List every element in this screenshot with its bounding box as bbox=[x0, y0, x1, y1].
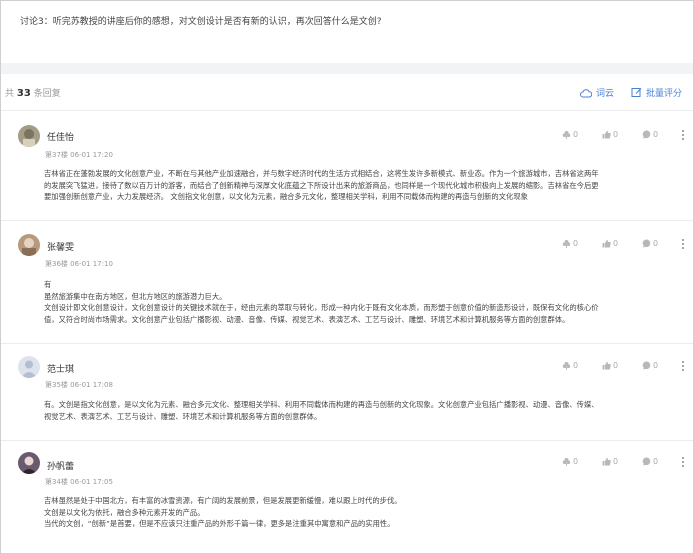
reply-time: 06-01 17:05 bbox=[70, 478, 113, 486]
like-count: 0 bbox=[573, 239, 579, 248]
avatar[interactable] bbox=[18, 125, 40, 147]
avatar[interactable] bbox=[18, 356, 40, 378]
reply-content: 有 虽然旅游集中在南方地区，但北方地区的旅游潜力巨大。 文创设计即文化创意设计，… bbox=[44, 279, 686, 325]
like-count: 0 bbox=[573, 457, 579, 466]
reply-author[interactable]: 孙帆蕾 bbox=[47, 459, 74, 472]
reply-author[interactable]: 张馨雯 bbox=[47, 240, 74, 253]
thumbs-up-button[interactable]: 0 bbox=[602, 239, 642, 248]
reply-content: 吉林省正在蓬勃发展的文化创意产业，不断在与其他产业加速融合，并与数字经济时代的生… bbox=[44, 168, 686, 203]
reply-line: 文创是以文化为依托，融合多种元素开发的产品。 bbox=[44, 507, 205, 517]
more-options-icon[interactable] bbox=[682, 457, 685, 469]
avatar[interactable] bbox=[18, 452, 40, 474]
comment-icon bbox=[642, 239, 651, 248]
like-count: 0 bbox=[573, 361, 579, 370]
word-cloud-label: 词云 bbox=[596, 89, 615, 99]
reply-meta: 第35楼 06-01 17:08 bbox=[45, 380, 113, 390]
comment-count: 0 bbox=[653, 361, 659, 370]
reply-line: 值，又符合时尚市场需求。文化创意产业包括广播影视、动漫、音像、传媒、视觉艺术、表… bbox=[44, 314, 570, 324]
comment-icon bbox=[642, 457, 651, 466]
reply-count-prefix: 共 bbox=[5, 89, 15, 99]
thumbs-up-icon bbox=[602, 130, 611, 139]
more-options-icon[interactable] bbox=[682, 239, 685, 251]
discussion-topic: 讨论3：听完苏教授的讲座后你的感想，对文创设计是否有新的认识，再次回答什么是文创… bbox=[20, 17, 382, 27]
thumbs-up-button[interactable]: 0 bbox=[602, 361, 642, 370]
thumbs-up-count: 0 bbox=[613, 239, 619, 248]
reply-line: 虽然旅游集中在南方地区，但北方地区的旅游潜力巨大。 bbox=[44, 291, 227, 301]
more-options-icon[interactable] bbox=[682, 130, 685, 142]
thumbs-up-icon bbox=[602, 239, 611, 248]
section-divider bbox=[1, 63, 693, 74]
flower-icon bbox=[562, 458, 571, 466]
reply-actions: 0 0 0 bbox=[562, 457, 682, 466]
comment-button[interactable]: 0 bbox=[642, 239, 682, 248]
like-button[interactable]: 0 bbox=[562, 361, 602, 370]
reply-actions: 0 0 0 bbox=[562, 361, 682, 370]
reply-line: 文创设计即文化创意设计，文化创意设计的关键技术就在于，经由元素的萃取与转化，形成… bbox=[44, 303, 599, 313]
like-count: 0 bbox=[573, 130, 579, 139]
divider bbox=[1, 343, 693, 344]
thumbs-up-count: 0 bbox=[613, 130, 619, 139]
thumbs-up-count: 0 bbox=[613, 361, 619, 370]
thumbs-up-icon bbox=[602, 361, 611, 370]
reply-floor: 第35楼 bbox=[45, 381, 68, 389]
reply-floor: 第34楼 bbox=[45, 478, 68, 486]
reply-content: 吉林虽然是处于中国北方，有丰富的冰雪资源，有广阔的发展前景，但是发展更新缓慢，难… bbox=[44, 495, 686, 530]
thumbs-up-icon bbox=[602, 457, 611, 466]
reply-content: 有。文创是指文化创意，是以文化为元素、融合多元文化、整理相关学科、利用不同载体而… bbox=[44, 399, 686, 422]
reply-count-number: 33 bbox=[16, 88, 31, 99]
word-cloud-button[interactable]: 词云 bbox=[580, 86, 614, 99]
reply-meta: 第37楼 06-01 17:20 bbox=[45, 150, 113, 160]
reply-floor: 第37楼 bbox=[45, 151, 68, 159]
reply-line: 有 bbox=[44, 280, 52, 289]
thumbs-up-button[interactable]: 0 bbox=[602, 130, 642, 139]
cloud-icon bbox=[580, 88, 592, 97]
reply-time: 06-01 17:08 bbox=[70, 381, 113, 389]
flower-icon bbox=[562, 131, 571, 139]
flower-icon bbox=[562, 362, 571, 370]
reply-author[interactable]: 任佳怡 bbox=[47, 130, 74, 143]
divider bbox=[1, 440, 693, 441]
reply-actions: 0 0 0 bbox=[562, 239, 682, 248]
reply-count: 共 33 条回复 bbox=[5, 86, 61, 99]
reply-floor: 第36楼 bbox=[45, 260, 68, 268]
divider bbox=[1, 110, 693, 111]
like-button[interactable]: 0 bbox=[562, 239, 602, 248]
avatar[interactable] bbox=[18, 234, 40, 256]
reply-time: 06-01 17:10 bbox=[70, 260, 113, 268]
comment-icon bbox=[642, 361, 651, 370]
like-button[interactable]: 0 bbox=[562, 457, 602, 466]
reply-line: 吉林省正在蓬勃发展的文化创意产业，不断在与其他产业加速融合，并与数字经济时代的生… bbox=[44, 169, 599, 178]
reply-meta: 第36楼 06-01 17:10 bbox=[45, 259, 113, 269]
divider bbox=[1, 220, 693, 221]
like-button[interactable]: 0 bbox=[562, 130, 602, 139]
discussion-panel bbox=[0, 0, 694, 554]
reply-time: 06-01 17:20 bbox=[70, 151, 113, 159]
reply-author[interactable]: 范士琪 bbox=[47, 362, 74, 375]
comment-count: 0 bbox=[653, 239, 659, 248]
reply-line: 吉林虽然是处于中国北方，有丰富的冰雪资源，有广阔的发展前景，但是发展更新缓慢，难… bbox=[44, 496, 402, 505]
comment-button[interactable]: 0 bbox=[642, 457, 682, 466]
flower-icon bbox=[562, 240, 571, 248]
reply-line: 有。文创是指文化创意，是以文化为元素、融合多元文化、整理相关学科、利用不同载体而… bbox=[44, 400, 599, 409]
thumbs-up-count: 0 bbox=[613, 457, 619, 466]
comment-count: 0 bbox=[653, 130, 659, 139]
comment-button[interactable]: 0 bbox=[642, 361, 682, 370]
more-options-icon[interactable] bbox=[682, 361, 685, 373]
comment-count: 0 bbox=[653, 457, 659, 466]
reply-line: 要加强创新创意产业，大力发展经济。 文创指文化创意，以文化为元素，融合多元文化，… bbox=[44, 192, 528, 202]
reply-meta: 第34楼 06-01 17:05 bbox=[45, 477, 113, 487]
reply-line: 视觉艺术、表演艺术、工艺与设计、雕塑、环境艺术和计算机服务等方面的创意群体。 bbox=[44, 411, 322, 421]
reply-line: 当代的文创，“创新”是首要，但是不应该只注重产品的外形千篇一律，更多是注重其中寓… bbox=[44, 519, 395, 529]
batch-score-button[interactable]: 批量评分 bbox=[631, 86, 682, 99]
comment-icon bbox=[642, 130, 651, 139]
thumbs-up-button[interactable]: 0 bbox=[602, 457, 642, 466]
batch-score-label: 批量评分 bbox=[646, 89, 683, 99]
comment-button[interactable]: 0 bbox=[642, 130, 682, 139]
reply-count-suffix: 条回复 bbox=[33, 89, 61, 99]
reply-line: 的发展突飞猛进，接待了数以百万计的游客，而结合了创新精神与深厚文化底蕴之下所设计… bbox=[44, 180, 599, 190]
reply-actions: 0 0 0 bbox=[562, 130, 682, 139]
edit-icon bbox=[631, 88, 642, 97]
